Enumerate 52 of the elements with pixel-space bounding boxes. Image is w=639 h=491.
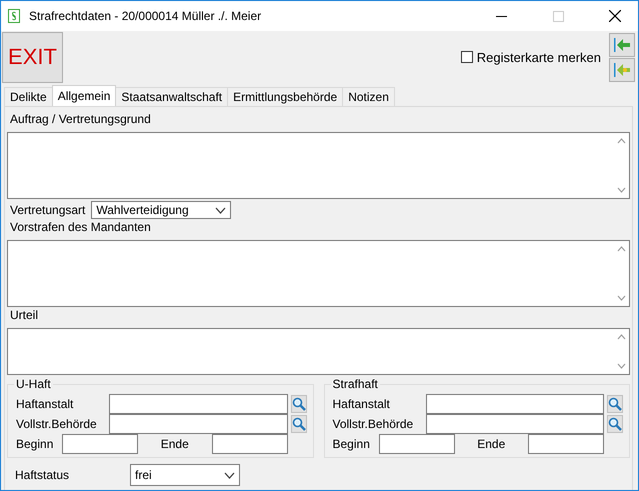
search-button[interactable] xyxy=(607,395,623,413)
group-title: Strafhaft xyxy=(330,377,380,391)
input-field[interactable] xyxy=(62,434,138,454)
scroll-up-icon[interactable] xyxy=(617,334,626,340)
exit-button[interactable]: EXIT xyxy=(2,32,63,82)
text-area[interactable] xyxy=(7,328,630,375)
scroll-up-icon[interactable] xyxy=(617,138,626,144)
input-field[interactable] xyxy=(426,414,604,434)
dropdown[interactable]: frei xyxy=(130,464,240,486)
field-label: Haftstatus xyxy=(15,468,70,482)
input-field[interactable] xyxy=(378,434,454,454)
tab[interactable]: Notizen xyxy=(342,87,395,106)
scroll-down-icon[interactable] xyxy=(617,295,626,301)
checkbox[interactable] xyxy=(460,51,473,63)
search-button[interactable] xyxy=(290,415,306,433)
field-label: Beginn xyxy=(332,437,371,451)
app-icon xyxy=(8,9,20,23)
arrow-left-icon[interactable] xyxy=(609,32,635,56)
field-label: Auftrag / Vertretungsgrund xyxy=(9,111,152,128)
field-label: Ende xyxy=(160,437,190,451)
scroll-up-icon[interactable] xyxy=(617,246,626,252)
field-label: Urteil xyxy=(9,307,40,324)
search-button[interactable] xyxy=(290,395,306,413)
field-label: Vollstr.Behörde xyxy=(16,417,98,431)
tab[interactable]: Allgemein xyxy=(52,85,116,106)
field-label: Ende xyxy=(476,437,506,451)
text-area[interactable] xyxy=(7,240,630,307)
close-icon[interactable] xyxy=(609,10,621,22)
chevron-down-icon xyxy=(215,206,226,214)
text-area[interactable] xyxy=(7,132,630,199)
window-title: Strafrechtdaten - 20/000014 Müller ./. Meier xyxy=(29,9,262,23)
scroll-down-icon[interactable] xyxy=(617,363,626,369)
field-label: Vorstrafen des Mandanten xyxy=(9,219,152,236)
scroll-down-icon[interactable] xyxy=(617,187,626,193)
input-field[interactable] xyxy=(212,434,288,454)
input-field[interactable] xyxy=(528,434,604,454)
input-field[interactable] xyxy=(109,394,288,414)
checkbox-label[interactable]: Registerkarte merken xyxy=(476,50,601,64)
field-label: Haftanstalt xyxy=(332,397,391,411)
field-label: Haftanstalt xyxy=(16,397,74,411)
tab[interactable]: Ermittlungsbehörde xyxy=(227,87,344,106)
dropdown[interactable]: Wahlverteidigung xyxy=(91,201,232,219)
search-button[interactable] xyxy=(607,415,623,433)
group-title: U-Haft xyxy=(14,377,53,391)
tab[interactable]: Delikte xyxy=(4,87,53,106)
field-label: Beginn xyxy=(16,437,54,451)
arrow-left-icon[interactable] xyxy=(609,58,635,82)
field-label: Vertretungsart xyxy=(10,203,86,217)
chevron-down-icon xyxy=(224,472,235,478)
field-label: Vollstr.Behörde xyxy=(332,417,414,431)
input-field[interactable] xyxy=(426,394,604,414)
input-field[interactable] xyxy=(109,414,288,434)
